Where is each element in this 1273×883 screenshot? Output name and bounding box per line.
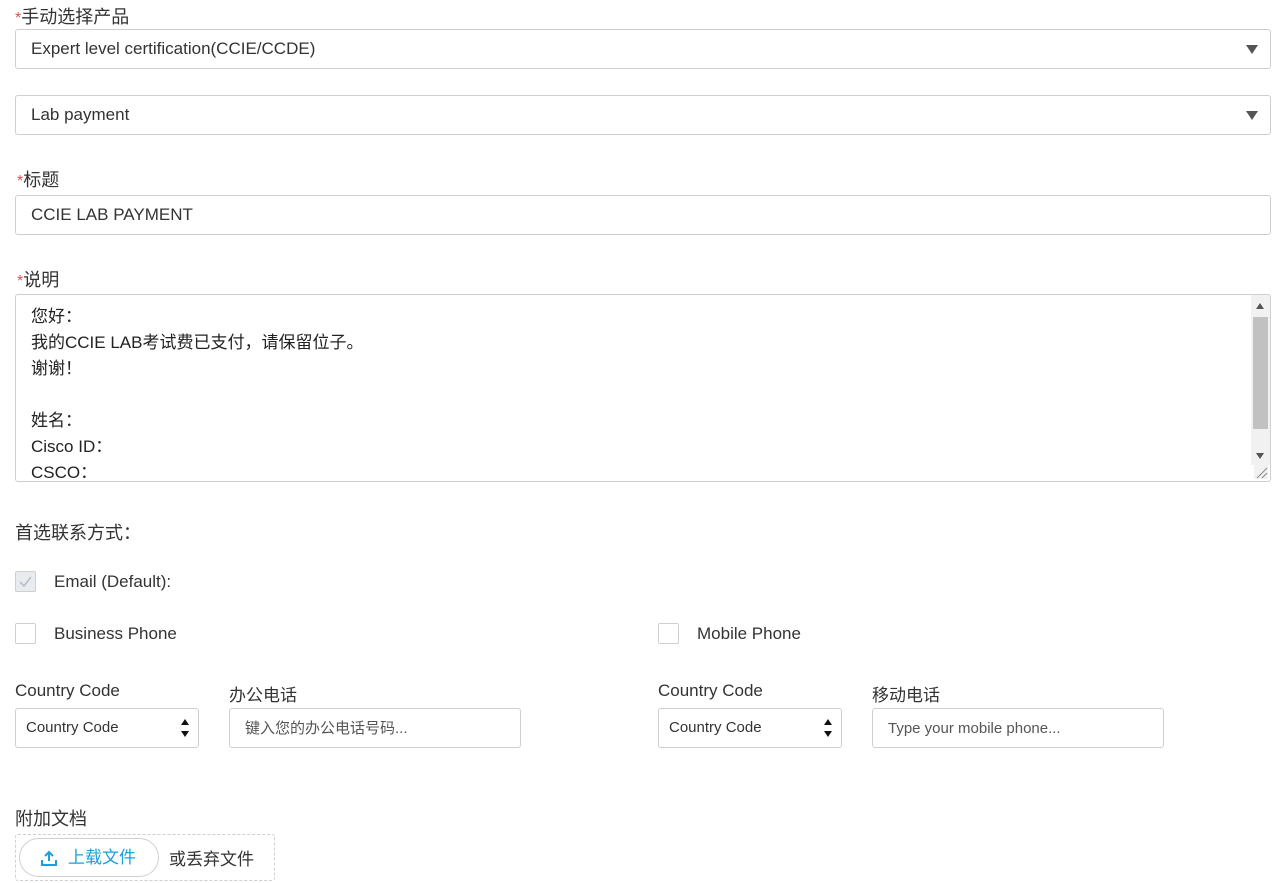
description-label: *说明 [17, 270, 60, 290]
business-phone-input[interactable] [229, 708, 521, 748]
mobile-country-code-select[interactable]: Country Code [658, 708, 842, 748]
title-input-value: CCIE LAB PAYMENT [31, 205, 193, 224]
scroll-up-icon[interactable] [1256, 303, 1264, 309]
subproduct-select[interactable]: Lab payment [15, 95, 1271, 135]
scroll-down-icon[interactable] [1256, 453, 1264, 459]
mobile-phone-label: Mobile Phone [697, 624, 801, 643]
subproduct-select-value: Lab payment [31, 105, 130, 124]
contact-label: 首选联系方式： [15, 523, 141, 543]
product-select[interactable]: Expert level certification(CCIE/CCDE) [15, 29, 1271, 69]
scrollbar-thumb[interactable] [1253, 317, 1268, 429]
mobile-country-code-label: Country Code [658, 681, 763, 700]
description-textarea[interactable]: 您好： 我的CCIE LAB考试费已支付，请保留位子。 谢谢！ 姓名： Cisc… [15, 294, 1271, 482]
mobile-country-code-value: Country Code [669, 719, 762, 736]
business-phone-field-label: 办公电话 [229, 686, 297, 705]
drop-file-text: 或丢弃文件 [169, 850, 254, 869]
business-country-code-label: Country Code [15, 681, 120, 700]
checkmark-icon [19, 576, 32, 588]
email-checkbox[interactable] [15, 571, 36, 592]
business-phone-label: Business Phone [54, 624, 177, 643]
title-label: *标题 [17, 170, 60, 190]
mobile-phone-input[interactable] [872, 708, 1164, 748]
product-select-value: Expert level certification(CCIE/CCDE) [31, 39, 316, 58]
up-down-arrows-icon [180, 717, 190, 739]
mobile-phone-checkbox[interactable] [658, 623, 679, 644]
upload-icon [41, 850, 57, 866]
business-phone-checkbox[interactable] [15, 623, 36, 644]
upload-file-label: 上载文件 [68, 848, 136, 867]
product-label: *手动选择产品 [15, 7, 130, 27]
attachments-label: 附加文档 [15, 809, 87, 829]
resize-handle-icon[interactable] [1254, 465, 1268, 479]
email-label: Email (Default): [54, 572, 172, 591]
business-country-code-value: Country Code [26, 719, 119, 736]
mobile-phone-field-label: 移动电话 [872, 686, 940, 705]
upload-file-button[interactable]: 上载文件 [19, 838, 159, 877]
triangle-down-icon [1246, 111, 1258, 120]
up-down-arrows-icon [823, 717, 833, 739]
title-input[interactable]: CCIE LAB PAYMENT [15, 195, 1271, 235]
description-text: 您好： 我的CCIE LAB考试费已支付，请保留位子。 谢谢！ 姓名： Cisc… [31, 307, 364, 482]
textarea-scrollbar[interactable] [1251, 295, 1270, 465]
file-drop-zone[interactable]: 上载文件 或丢弃文件 [15, 834, 275, 881]
business-country-code-select[interactable]: Country Code [15, 708, 199, 748]
triangle-down-icon [1246, 45, 1258, 54]
